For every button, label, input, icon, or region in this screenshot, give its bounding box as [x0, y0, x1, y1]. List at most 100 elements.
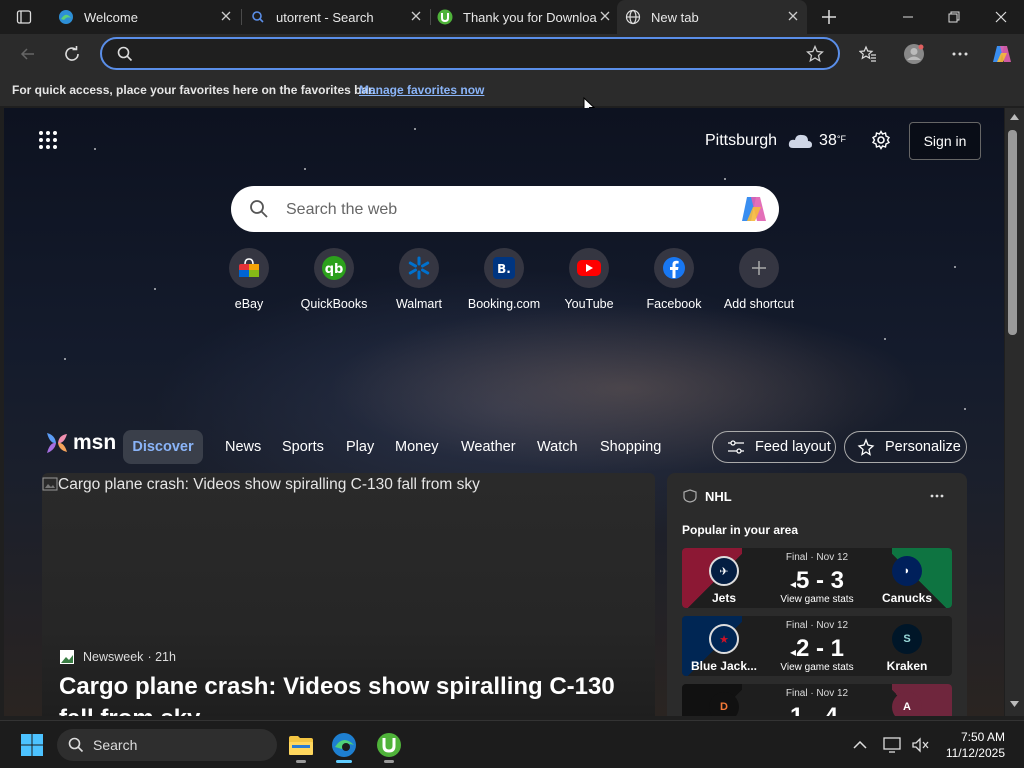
settings-more-button[interactable] [946, 40, 974, 68]
game-row[interactable]: D A Final · Nov 12 1 - 4▸ [682, 684, 952, 716]
manage-favorites-link[interactable]: Manage favorites now [359, 83, 484, 97]
tab-watch[interactable]: Watch [537, 439, 578, 455]
away-team: Canucks [881, 591, 933, 605]
web-search-box[interactable]: Search the web [231, 186, 779, 232]
away-team: Kraken [886, 659, 928, 673]
windows-icon [21, 734, 43, 756]
scroll-down-icon[interactable] [1010, 701, 1019, 707]
utorrent-taskbar-button[interactable] [371, 727, 407, 763]
tab-money[interactable]: Money [395, 439, 439, 455]
tab-actions-icon[interactable] [10, 3, 38, 31]
favorites-icon [859, 45, 876, 62]
shortcut-youtube[interactable]: YouTube [544, 248, 634, 311]
shortcut-quickbooks[interactable]: qb QuickBooks [289, 248, 379, 311]
msn-logo[interactable]: msn [44, 430, 116, 456]
home-team: Jets [711, 591, 737, 605]
volume-button[interactable] [906, 727, 934, 763]
scroll-thumb[interactable] [1008, 130, 1017, 335]
tab-utorrent-search[interactable]: utorrent - Search [242, 0, 430, 34]
tab-weather[interactable]: Weather [461, 439, 516, 455]
globe-icon [625, 9, 641, 25]
profile-button[interactable] [900, 40, 928, 68]
shortcut-walmart[interactable]: Walmart [374, 248, 464, 311]
svg-text:B.: B. [497, 262, 511, 276]
star-icon[interactable] [806, 45, 824, 63]
personalize-button[interactable]: Personalize [844, 431, 967, 463]
weather-widget[interactable]: Pittsburgh 38 °F [705, 132, 846, 150]
back-button[interactable] [14, 40, 42, 68]
weather-temp: 38 [819, 132, 837, 149]
copilot-button[interactable] [988, 40, 1016, 68]
close-icon[interactable] [220, 10, 232, 22]
cloud-icon [788, 134, 813, 148]
close-icon[interactable] [410, 10, 422, 22]
taskbar-search[interactable]: Search [57, 729, 277, 761]
shortcut-label: QuickBooks [300, 297, 368, 311]
plus-icon [739, 248, 779, 288]
favorites-button[interactable] [854, 40, 882, 68]
tab-discover[interactable]: Discover [123, 430, 203, 464]
weather-city: Pittsburgh [705, 132, 778, 149]
youtube-icon [569, 248, 609, 288]
nhl-subtitle: Popular in your area [682, 523, 799, 537]
show-hidden-icons-button[interactable] [844, 727, 876, 763]
hero-article-card[interactable]: Cargo plane crash: Videos show spirallin… [42, 473, 655, 716]
msn-butterfly-icon [47, 433, 67, 453]
new-tab-button[interactable] [815, 3, 843, 31]
add-shortcut-button[interactable]: Add shortcut [714, 248, 804, 311]
restore-button[interactable] [940, 3, 968, 31]
tab-play[interactable]: Play [346, 439, 374, 455]
hero-age: · 21h [147, 650, 176, 664]
tab-news[interactable]: News [225, 439, 261, 455]
close-icon[interactable] [599, 10, 611, 22]
shortcut-facebook[interactable]: Facebook [629, 248, 719, 311]
msn-brand: msn [73, 431, 117, 454]
file-explorer-button[interactable] [283, 727, 319, 763]
nhl-title: NHL [705, 489, 732, 504]
apps-launcher-button[interactable] [34, 126, 62, 154]
tab-label: utorrent - Search [276, 9, 374, 25]
sliders-icon [728, 440, 744, 454]
tab-shopping[interactable]: Shopping [600, 439, 661, 455]
monitor-icon [883, 737, 901, 753]
shortcut-ebay[interactable]: eBay [204, 248, 294, 311]
personalize-label: Personalize [885, 439, 961, 455]
broken-image-icon [42, 477, 58, 491]
speaker-muted-icon [912, 737, 929, 753]
ebay-icon [229, 248, 269, 288]
sign-in-button[interactable]: Sign in [909, 122, 981, 160]
utorrent-icon [437, 9, 453, 25]
tab-label: Welcome [84, 9, 138, 25]
utorrent-icon [377, 733, 401, 757]
clock-date: 11/12/2025 [945, 746, 1005, 760]
address-bar[interactable] [100, 37, 840, 70]
tab-thank-you[interactable]: Thank you for Downloading [431, 0, 619, 34]
shortcut-booking[interactable]: B. Booking.com [459, 248, 549, 311]
close-icon[interactable] [787, 10, 799, 22]
game-status: Final · Nov 12 [785, 620, 849, 631]
system-clock[interactable]: 7:50 AM 11/12/2025 [946, 729, 1005, 761]
weather-unit: °F [836, 134, 846, 144]
more-icon[interactable] [930, 494, 944, 498]
game-row[interactable]: ★ S Final · Nov 12 ◂2 - 1 View game stat… [682, 616, 952, 676]
shortcut-label: YouTube [564, 297, 614, 311]
hero-headline[interactable]: Cargo plane crash: Videos show spirallin… [59, 671, 639, 716]
game-row[interactable]: ✈ ◗ Final · Nov 12 ◂5 - 3 View game stat… [682, 548, 952, 608]
copilot-icon[interactable] [739, 195, 769, 223]
tab-new-tab[interactable]: New tab [617, 0, 807, 34]
network-button[interactable] [878, 727, 906, 763]
page-settings-button[interactable] [867, 126, 895, 154]
feed-layout-label: Feed layout [755, 439, 831, 455]
sparkle-star-icon [857, 438, 875, 456]
start-button[interactable] [14, 727, 50, 763]
edge-taskbar-button[interactable] [326, 727, 362, 763]
tab-sports[interactable]: Sports [282, 439, 324, 455]
minimize-button[interactable] [894, 3, 922, 31]
chevron-up-icon [853, 741, 867, 749]
close-window-button[interactable] [987, 3, 1015, 31]
tab-welcome[interactable]: Welcome [50, 0, 240, 34]
scroll-up-icon[interactable] [1010, 114, 1019, 120]
refresh-button[interactable] [58, 40, 86, 68]
feed-layout-button[interactable]: Feed layout [712, 431, 836, 463]
taskbar-search-label: Search [93, 737, 138, 753]
